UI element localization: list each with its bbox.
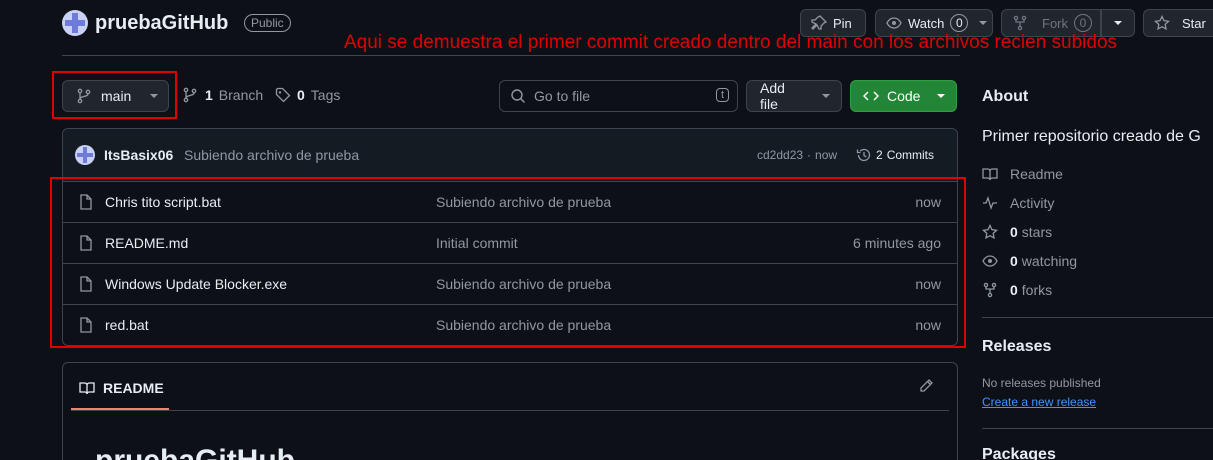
no-releases-text: No releases published — [982, 376, 1101, 390]
code-button[interactable]: Code — [850, 80, 957, 112]
chevron-down-icon — [821, 93, 831, 99]
chevron-down-icon — [936, 93, 946, 99]
eye-icon — [982, 253, 998, 269]
shortcut-key: t — [715, 88, 729, 102]
history-icon — [856, 147, 872, 163]
commit-meta: cd2dd23 · now — [757, 148, 837, 162]
book-icon — [982, 166, 998, 182]
commits-count: 2 — [876, 148, 883, 162]
pin-icon — [811, 15, 827, 31]
header-divider — [62, 55, 960, 56]
star-label: Star — [1182, 15, 1206, 31]
author-avatar[interactable] — [75, 145, 95, 165]
tags-link[interactable]: 0 Tags — [275, 87, 340, 103]
watch-count: 0 — [950, 14, 969, 32]
fork-icon — [982, 282, 998, 298]
branches-link[interactable]: 1 Branch — [183, 87, 263, 103]
about-description: Primer repositorio creado de G — [982, 128, 1201, 145]
branch-name: main — [101, 88, 132, 104]
branch-label: Branch — [218, 87, 264, 103]
sidebar-divider — [982, 428, 1213, 429]
fork-icon — [1012, 15, 1028, 31]
watching-link[interactable]: 0 watching — [982, 253, 1077, 269]
create-release-link[interactable]: Create a new release — [982, 395, 1096, 409]
branch-selector[interactable]: main — [62, 80, 169, 112]
identicon-icon — [77, 147, 93, 163]
visibility-badge: Public — [244, 14, 291, 32]
annotation-text: Aqui se demuestra el primer commit cread… — [344, 32, 1118, 53]
code-label: Code — [887, 88, 921, 104]
pencil-icon — [918, 378, 934, 394]
commits-link[interactable]: 2 Commits — [856, 147, 934, 163]
commits-label: Commits — [886, 148, 935, 162]
commit-message[interactable]: Subiendo archivo de prueba — [184, 147, 359, 163]
watching-label: watching — [1021, 253, 1078, 269]
sidebar-divider — [982, 317, 1213, 318]
stars-label: stars — [1021, 224, 1053, 240]
releases-title[interactable]: Releases — [982, 338, 1051, 356]
star-icon — [1154, 15, 1170, 31]
repo-avatar[interactable] — [62, 10, 88, 36]
branch-icon — [183, 87, 197, 103]
files-highlight-box — [50, 177, 966, 348]
tag-icon — [275, 87, 291, 103]
book-icon — [79, 380, 95, 396]
fork-count: 0 — [1074, 14, 1092, 32]
pin-label: Pin — [833, 15, 852, 31]
forks-link[interactable]: 0 forks — [982, 282, 1052, 298]
about-title: About — [982, 88, 1029, 105]
eye-icon — [886, 15, 902, 31]
repo-name[interactable]: pruebaGitHub — [95, 12, 228, 35]
readme-tab-label: README — [103, 380, 164, 396]
branch-count: 1 — [205, 87, 213, 103]
chevron-down-icon — [149, 93, 159, 99]
readme-header-divider — [71, 410, 949, 411]
code-icon — [863, 88, 879, 104]
forks-count: 0 — [1010, 282, 1018, 298]
readme-link-label: Readme — [1010, 166, 1063, 182]
tag-label: Tags — [310, 87, 341, 103]
watch-label: Watch — [908, 15, 945, 31]
packages-title[interactable]: Packages — [982, 446, 1056, 460]
chevron-down-icon — [1113, 20, 1123, 26]
commit-author[interactable]: ItsBasix06 — [104, 147, 173, 163]
star-icon — [982, 224, 998, 240]
commit-hash[interactable]: cd2dd23 — [757, 148, 803, 162]
edit-readme-button[interactable] — [918, 378, 934, 397]
add-file-button[interactable]: Add file — [746, 80, 842, 112]
forks-label: forks — [1021, 282, 1053, 298]
go-to-file-placeholder: Go to file — [534, 88, 591, 104]
search-icon — [510, 88, 526, 104]
readme-link[interactable]: Readme — [982, 166, 1063, 182]
stars-count: 0 — [1010, 224, 1018, 240]
readme-tab[interactable]: README — [71, 368, 169, 410]
commit-time: now — [815, 148, 838, 162]
stars-link[interactable]: 0 stars — [982, 224, 1052, 240]
chevron-down-icon — [978, 20, 988, 26]
branch-icon — [77, 88, 91, 104]
tag-count: 0 — [297, 87, 305, 103]
readme-heading: pruebaGitHub — [95, 444, 295, 460]
commit-separator: · — [807, 148, 812, 162]
identicon-icon — [65, 13, 85, 33]
activity-label: Activity — [1010, 195, 1055, 211]
go-to-file-input[interactable]: Go to file t — [499, 80, 738, 112]
watching-count: 0 — [1010, 253, 1018, 269]
add-file-label: Add file — [760, 80, 785, 112]
pulse-icon — [982, 195, 998, 211]
star-button[interactable]: Star — [1143, 9, 1213, 37]
fork-label: Fork — [1042, 15, 1068, 31]
activity-link[interactable]: Activity — [982, 195, 1054, 211]
